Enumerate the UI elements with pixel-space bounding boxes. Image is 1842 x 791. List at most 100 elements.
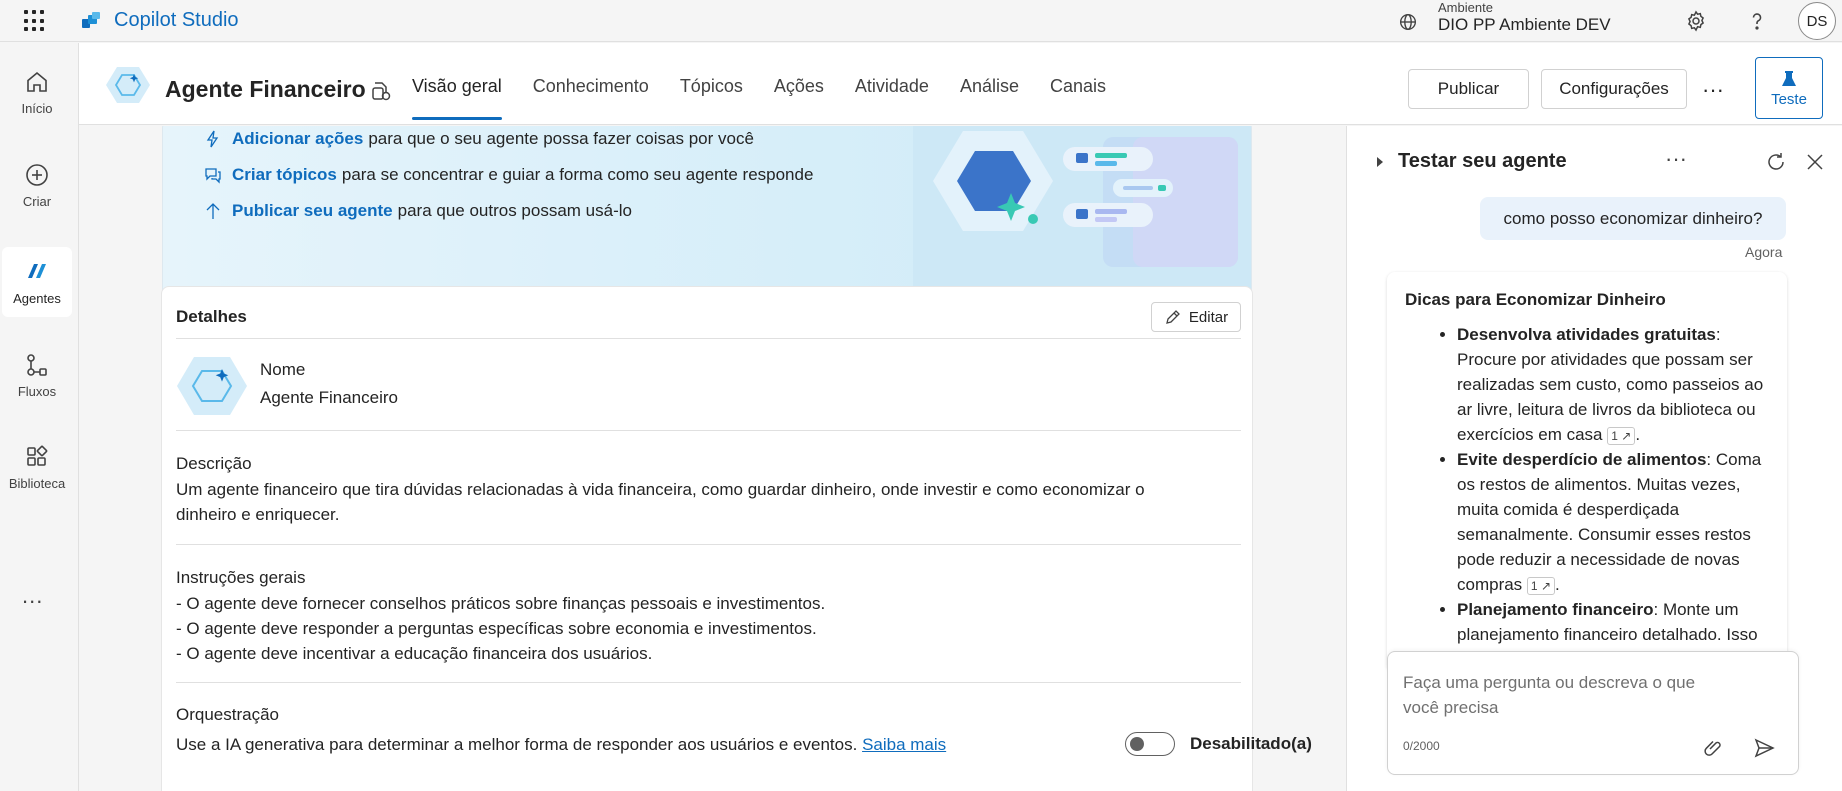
flows-icon — [27, 354, 47, 376]
test-panel-title: Testar seu agente — [1398, 150, 1567, 172]
publish-agent-link[interactable]: Publicar seu agente — [232, 201, 393, 221]
citation-number: 1 — [1611, 428, 1618, 443]
name-label: Nome — [260, 360, 306, 379]
divider — [176, 682, 1241, 683]
help-icon[interactable] — [1745, 9, 1769, 33]
user-message-bubble: como posso economizar dinheiro? — [1480, 197, 1786, 240]
nav-label: Agentes — [13, 291, 61, 306]
user-avatar[interactable]: DS — [1798, 2, 1836, 40]
more-options-icon[interactable]: ··· — [1702, 77, 1724, 103]
agents-icon — [28, 264, 46, 278]
description-line: Um agente financeiro que tira dúvidas re… — [176, 480, 1145, 499]
chat-input[interactable]: Faça uma pergunta ou descreva o que você… — [1387, 651, 1799, 775]
nav-label: Criar — [22, 194, 52, 209]
agent-edit-icon[interactable] — [369, 79, 393, 103]
citation-number: 1 — [1530, 578, 1538, 593]
tab-bar: Visão geral Conhecimento Tópicos Ações A… — [412, 76, 1137, 120]
collapse-caret-icon[interactable] — [1377, 157, 1383, 167]
banner-row-actions: Adicionar ações para que o seu agente po… — [203, 129, 754, 149]
banner-text: para que o seu agente possa fazer coisas… — [368, 129, 754, 148]
refresh-icon[interactable] — [1764, 150, 1788, 174]
edit-label: Editar — [1188, 308, 1229, 326]
settings-button[interactable]: Configurações — [1541, 69, 1687, 109]
lightning-icon — [206, 130, 219, 148]
divider — [176, 544, 1241, 545]
main-content: Adicionar ações para que o seu agente po… — [79, 126, 1345, 791]
tab-topics[interactable]: Tópicos — [680, 76, 743, 97]
bot-response-card: Dicas para Economizar Dinheiro Desenvolv… — [1387, 272, 1787, 672]
agent-header: Agente Financeiro Visão geral Conhecimen… — [79, 43, 1842, 125]
add-actions-link[interactable]: Adicionar ações — [232, 129, 363, 149]
pencil-icon — [1166, 309, 1180, 324]
flask-icon — [1782, 70, 1796, 86]
orchestration-text: Use a IA generativa para determinar a me… — [176, 735, 858, 754]
nav-item-create[interactable]: Criar — [2, 150, 72, 220]
library-icon — [27, 445, 48, 466]
tip-title: Planejamento financeiro — [1457, 600, 1654, 619]
arrow-up-icon — [206, 203, 220, 219]
chat-input-placeholder: Faça uma pergunta ou descreva o que você… — [1403, 673, 1696, 717]
nav-label: Início — [21, 101, 53, 116]
message-timestamp: Agora — [1745, 244, 1783, 260]
citation-badge[interactable]: 1 ↗ — [1607, 426, 1636, 445]
instructions-text: - O agente deve fornecer conselhos práti… — [176, 591, 1236, 666]
nav-label: Biblioteca — [8, 476, 66, 491]
orchestration-toggle-label: Desabilitado(a) — [1190, 734, 1312, 753]
description-label: Descrição — [176, 454, 252, 473]
tab-activity[interactable]: Atividade — [855, 76, 929, 97]
description-text: Um agente financeiro que tira dúvidas re… — [176, 477, 1236, 527]
tip-title: Desenvolva atividades gratuitas — [1457, 325, 1716, 344]
test-agent-panel: Testar seu agente ··· como posso economi… — [1346, 126, 1842, 791]
instruction-line: - O agente deve incentivar a educação fi… — [176, 644, 653, 663]
instruction-line: - O agente deve responder a perguntas es… — [176, 619, 817, 638]
close-icon[interactable] — [1803, 150, 1827, 174]
character-counter: 0/2000 — [1403, 739, 1440, 753]
instructions-label: Instruções gerais — [176, 568, 306, 587]
tab-actions[interactable]: Ações — [774, 76, 824, 97]
citation-badge[interactable]: 1 ↗ — [1526, 576, 1555, 595]
agent-avatar-icon — [106, 67, 150, 103]
tips-list: Desenvolva atividades gratuitas: Procure… — [1457, 322, 1777, 647]
create-topics-link[interactable]: Criar tópicos — [232, 165, 337, 185]
bot-response-title: Dicas para Economizar Dinheiro — [1405, 290, 1666, 309]
left-navigation: Início Criar Agentes Fluxos Biblioteca .… — [0, 43, 79, 791]
edit-details-button[interactable]: Editar — [1151, 302, 1241, 332]
copilot-studio-logo-icon — [82, 12, 100, 28]
nav-more-icon[interactable]: ... — [22, 583, 43, 609]
banner-row-topics: Criar tópicos para se concentrar e guiar… — [203, 165, 813, 185]
banner-text: para que outros possam usá-lo — [397, 201, 632, 220]
tab-analytics[interactable]: Análise — [960, 76, 1019, 97]
environment-label: Ambiente — [1438, 0, 1493, 15]
name-value: Agente Financeiro — [260, 388, 398, 407]
banner-row-publish: Publicar seu agente para que outros poss… — [203, 201, 632, 221]
top-bar: Copilot Studio Ambiente DIO PP Ambiente … — [0, 0, 1842, 42]
nav-item-flows[interactable]: Fluxos — [2, 340, 72, 410]
orchestration-label: Orquestração — [176, 705, 279, 724]
tab-channels[interactable]: Canais — [1050, 76, 1106, 97]
plus-circle-icon — [26, 164, 48, 186]
details-title: Detalhes — [176, 307, 247, 326]
tab-knowledge[interactable]: Conhecimento — [533, 76, 649, 97]
attach-icon[interactable] — [1702, 736, 1726, 760]
settings-gear-icon[interactable] — [1684, 9, 1708, 33]
environment-name[interactable]: DIO PP Ambiente DEV — [1438, 15, 1611, 35]
learn-more-link[interactable]: Saiba mais — [862, 735, 946, 754]
test-button[interactable]: Teste — [1755, 57, 1823, 119]
app-launcher-icon[interactable] — [24, 10, 46, 32]
banner-text: para se concentrar e guiar a forma como … — [341, 165, 814, 184]
nav-item-library[interactable]: Biblioteca — [2, 432, 72, 502]
environment-globe-icon[interactable] — [1397, 11, 1419, 33]
nav-item-agents[interactable]: Agentes — [2, 247, 72, 317]
divider — [176, 338, 1241, 339]
orchestration-description: Use a IA generativa para determinar a me… — [176, 732, 946, 757]
publish-button[interactable]: Publicar — [1408, 69, 1529, 109]
divider — [176, 430, 1241, 431]
nav-item-home[interactable]: Início — [2, 57, 72, 127]
tab-overview[interactable]: Visão geral — [412, 76, 502, 120]
panel-more-icon[interactable]: ··· — [1665, 146, 1687, 172]
send-icon[interactable] — [1752, 736, 1776, 760]
list-item: Desenvolva atividades gratuitas: Procure… — [1457, 322, 1777, 447]
orchestration-toggle[interactable] — [1125, 732, 1175, 756]
app-name[interactable]: Copilot Studio — [114, 9, 239, 32]
list-item: Evite desperdício de alimentos: Coma os … — [1457, 447, 1777, 597]
